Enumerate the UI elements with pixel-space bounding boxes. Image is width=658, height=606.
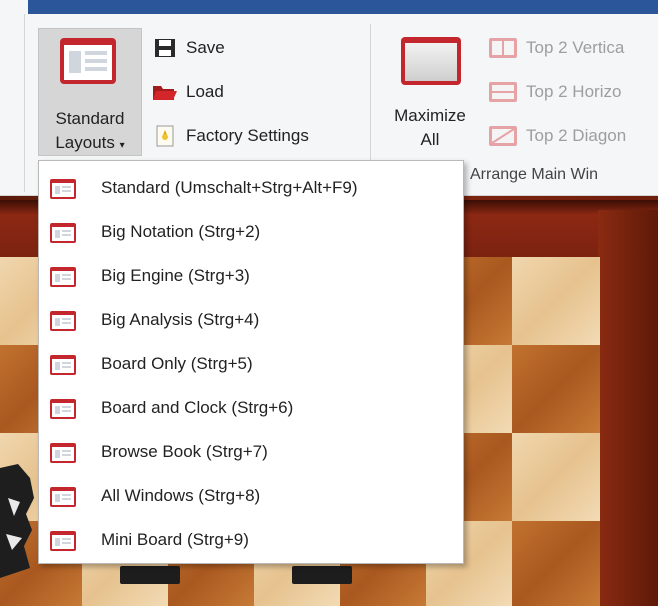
menu-item[interactable]: Big Notation (Strg+2) <box>39 210 463 254</box>
title-bar <box>0 0 658 14</box>
folder-icon <box>152 81 178 103</box>
menu-item-label: All Windows (Strg+8) <box>101 486 261 505</box>
black-piece-base[interactable] <box>120 566 180 584</box>
menu-item-label: Browse Book (Strg+7) <box>101 442 268 461</box>
chevron-down-icon: ▾ <box>119 140 125 151</box>
menu-item[interactable]: Standard (Umschalt+Strg+Alt+F9) <box>39 166 463 210</box>
menu-item[interactable]: Browse Book (Strg+7) <box>39 430 463 474</box>
layout-icon <box>50 443 76 463</box>
arrange-group-label: Arrange Main Win <box>470 166 599 183</box>
two-horizontal-icon <box>489 82 517 102</box>
menu-item-label: Standard (Umschalt+Strg+Alt+F9) <box>101 178 358 197</box>
black-piece-base[interactable] <box>292 566 352 584</box>
board-square[interactable] <box>512 345 600 433</box>
layout-icon <box>50 487 76 507</box>
top-2-vertical-button[interactable]: Top 2 Vertica <box>488 36 624 60</box>
save-button[interactable]: Save <box>152 36 225 60</box>
board-square[interactable] <box>512 433 600 521</box>
maximize-all-button[interactable]: Maximize All <box>384 28 476 158</box>
menu-item-label: Big Engine (Strg+3) <box>101 266 250 285</box>
board-square[interactable] <box>512 257 600 345</box>
layout-icon <box>50 179 76 199</box>
menu-item-label: Board Only (Strg+5) <box>101 354 253 373</box>
layout-icon <box>50 267 76 287</box>
top-2-horizontal-button[interactable]: Top 2 Horizo <box>488 80 621 104</box>
menu-item-label: Big Analysis (Strg+4) <box>101 310 260 329</box>
factory-settings-button[interactable]: Factory Settings <box>152 124 309 148</box>
standard-layouts-label: Standard Layouts ▾ <box>55 109 125 152</box>
layout-icon <box>50 399 76 419</box>
menu-item[interactable]: Big Engine (Strg+3) <box>39 254 463 298</box>
two-vertical-icon <box>489 38 517 58</box>
top-2-diagonal-button[interactable]: Top 2 Diagon <box>488 124 626 148</box>
black-knight-icon[interactable] <box>0 458 38 586</box>
menu-item-label: Board and Clock (Strg+6) <box>101 398 294 417</box>
board-square[interactable] <box>512 521 600 606</box>
layout-icon <box>50 311 76 331</box>
menu-item[interactable]: Board and Clock (Strg+6) <box>39 386 463 430</box>
menu-item[interactable]: Board Only (Strg+5) <box>39 342 463 386</box>
menu-item-label: Mini Board (Strg+9) <box>101 530 249 549</box>
menu-item[interactable]: Big Analysis (Strg+4) <box>39 298 463 342</box>
factory-settings-icon <box>152 125 178 147</box>
layout-icon <box>50 355 76 375</box>
board-frame-right <box>598 210 658 606</box>
ribbon-divider <box>24 14 25 192</box>
layout-icon <box>60 38 116 84</box>
menu-item-label: Big Notation (Strg+2) <box>101 222 261 241</box>
menu-item[interactable]: Mini Board (Strg+9) <box>39 518 463 562</box>
layout-icon <box>50 531 76 551</box>
maximize-all-label: Maximize All <box>394 106 466 149</box>
menu-item[interactable]: All Windows (Strg+8) <box>39 474 463 518</box>
save-icon <box>152 37 178 59</box>
maximize-icon <box>401 37 461 85</box>
layout-icon <box>50 223 76 243</box>
standard-layouts-button[interactable]: Standard Layouts ▾ <box>38 28 142 156</box>
load-button[interactable]: Load <box>152 80 224 104</box>
standard-layouts-menu: Standard (Umschalt+Strg+Alt+F9) Big Notat… <box>38 160 464 564</box>
two-diagonal-icon <box>489 126 517 146</box>
